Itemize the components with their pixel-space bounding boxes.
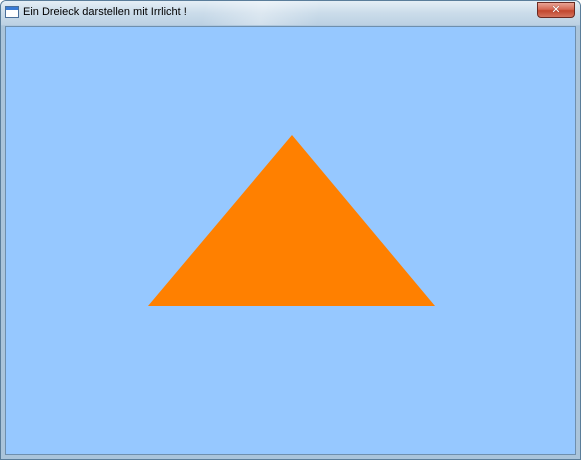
title-bar[interactable]: Ein Dreieck darstellen mit Irrlicht ! ✕: [1, 1, 580, 25]
orange-triangle: [148, 135, 435, 306]
window-title: Ein Dreieck darstellen mit Irrlicht !: [23, 6, 187, 18]
application-window: Ein Dreieck darstellen mit Irrlicht ! ✕: [0, 0, 581, 460]
scene-canvas: [148, 135, 435, 306]
window-app-icon: [5, 6, 19, 18]
close-icon: ✕: [551, 4, 561, 16]
render-viewport[interactable]: [5, 26, 576, 455]
close-button[interactable]: ✕: [537, 2, 575, 18]
